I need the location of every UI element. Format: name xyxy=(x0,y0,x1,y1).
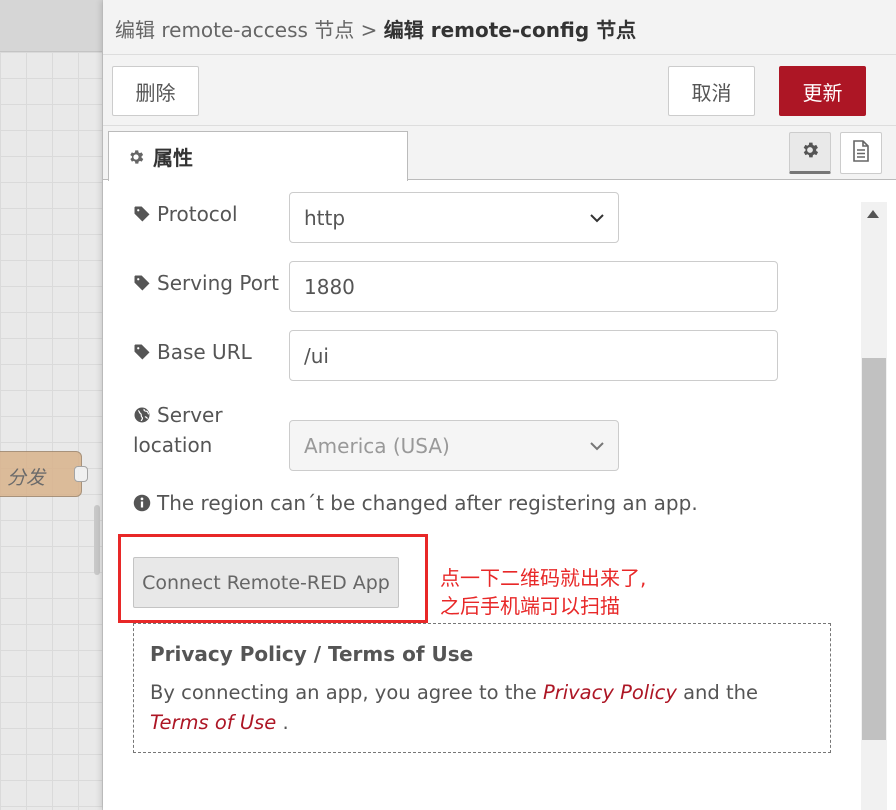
protocol-value: http xyxy=(304,205,346,230)
server-location-label-line1: Server xyxy=(157,403,223,427)
base-url-value: /ui xyxy=(304,343,329,368)
privacy-box: Privacy Policy / Terms of Use By connect… xyxy=(133,623,831,753)
chevron-down-icon xyxy=(590,213,604,223)
tag-icon xyxy=(133,205,151,223)
tag-icon xyxy=(133,274,151,292)
tab-properties[interactable]: 属性 xyxy=(108,131,408,181)
protocol-select[interactable]: http xyxy=(289,192,619,243)
workspace-header xyxy=(0,0,102,52)
tab-properties-label: 属性 xyxy=(153,146,193,170)
cancel-button[interactable]: 取消 xyxy=(668,66,755,116)
breadcrumb-parent[interactable]: 编辑 remote-access 节点 xyxy=(115,18,354,42)
annotation-line1: 点一下二维码就出来了, xyxy=(440,566,647,590)
scroll-up-arrow-icon[interactable] xyxy=(867,210,879,218)
node-settings-button[interactable] xyxy=(789,132,831,174)
base-url-input[interactable]: /ui xyxy=(289,330,778,381)
breadcrumb-current: 编辑 remote-config 节点 xyxy=(383,18,637,42)
annotation-note: 点一下二维码就出来了, 之后手机端可以扫描 xyxy=(440,564,646,620)
breadcrumb-separator: > xyxy=(360,18,378,42)
annotation-line2: 之后手机端可以扫描 xyxy=(440,594,620,618)
serving-port-value: 1880 xyxy=(304,274,355,299)
server-location-label: Server location xyxy=(133,400,223,460)
document-icon xyxy=(852,140,870,166)
delete-button[interactable]: 删除 xyxy=(112,66,199,116)
breadcrumb: 编辑 remote-access 节点 > 编辑 remote-config 节… xyxy=(103,0,896,55)
gear-icon xyxy=(800,140,820,164)
protocol-label: Protocol xyxy=(133,202,238,226)
privacy-text: By connecting an app, you agree to the P… xyxy=(150,678,814,738)
privacy-title: Privacy Policy / Terms of Use xyxy=(150,642,474,666)
region-note-text: The region can´t be changed after regist… xyxy=(157,491,698,515)
form-scrollbar[interactable] xyxy=(861,202,887,810)
tray-tabs: 属性 xyxy=(103,126,896,181)
node-description-button[interactable] xyxy=(840,132,882,174)
tag-icon xyxy=(133,343,151,361)
server-location-label-line2: location xyxy=(133,433,213,457)
protocol-label-text: Protocol xyxy=(157,202,238,226)
tray-toolbar: 删除 取消 更新 xyxy=(103,55,896,126)
chevron-down-icon xyxy=(590,441,604,451)
connect-remote-red-button[interactable]: Connect Remote-RED App xyxy=(133,557,399,608)
globe-icon xyxy=(133,406,151,424)
update-button[interactable]: 更新 xyxy=(779,66,866,116)
info-circle-icon xyxy=(133,494,151,512)
serving-port-label-text: Serving Port xyxy=(157,271,279,295)
base-url-label: Base URL xyxy=(133,340,252,364)
flow-node-output-port[interactable] xyxy=(74,466,88,482)
workspace-scrollbar[interactable] xyxy=(94,505,100,575)
serving-port-label: Serving Port xyxy=(133,271,279,295)
flow-node-label: 分发 xyxy=(6,467,45,489)
scrollbar-thumb[interactable] xyxy=(862,358,886,740)
privacy-policy-link[interactable]: Privacy Policy xyxy=(543,681,677,704)
flow-workspace[interactable]: 分发 xyxy=(0,0,103,810)
edit-tray: 编辑 remote-access 节点 > 编辑 remote-config 节… xyxy=(103,0,896,810)
server-location-value: America (USA) xyxy=(304,433,450,458)
base-url-label-text: Base URL xyxy=(157,340,252,364)
gear-icon xyxy=(127,148,145,166)
region-note: The region can´t be changed after regist… xyxy=(133,491,698,515)
server-location-select: America (USA) xyxy=(289,420,619,471)
privacy-text-before: By connecting an app, you agree to the xyxy=(150,681,543,704)
privacy-text-middle: and the xyxy=(676,681,758,704)
flow-node[interactable]: 分发 xyxy=(0,451,88,497)
terms-of-use-link[interactable]: Terms of Use xyxy=(150,711,276,734)
serving-port-input[interactable]: 1880 xyxy=(289,261,778,312)
properties-form: Protocol http Serving Port 1880 Base URL xyxy=(103,180,896,810)
privacy-text-after: . xyxy=(276,711,289,734)
